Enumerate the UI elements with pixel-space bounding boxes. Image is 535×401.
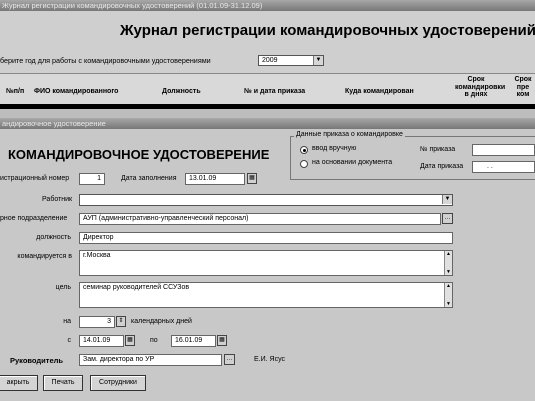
worker-label: Работник <box>42 196 73 203</box>
reg-number-input[interactable]: 1 <box>79 173 105 185</box>
position-input[interactable]: Директор <box>79 232 453 244</box>
order-group-legend: Данные приказа о командировке <box>294 131 405 138</box>
fill-date-input[interactable]: 13.01.09 <box>185 173 245 185</box>
reg-number-label: истрационный номер <box>0 175 70 182</box>
browse-head-button[interactable]: … <box>224 354 235 365</box>
purpose-label: цель <box>55 284 71 291</box>
duration-input[interactable]: 3 <box>79 316 115 328</box>
to-label: по <box>150 337 158 344</box>
column-header[interactable]: №п/п <box>6 88 24 95</box>
radio-manual[interactable] <box>300 146 308 154</box>
head-label: Руководитель <box>10 356 63 365</box>
duration-label: на <box>63 318 71 325</box>
destination-label: командируется в <box>17 253 72 260</box>
chevron-down-icon[interactable]: ▼ <box>313 56 323 65</box>
print-button[interactable]: Печать <box>43 375 83 391</box>
calendar-icon[interactable]: ▦ <box>247 173 257 184</box>
unit-label: рное подразделение <box>0 215 68 222</box>
order-number-label: № приказа <box>420 146 456 153</box>
column-header[interactable]: ФИО командированного <box>34 88 118 95</box>
worker-select[interactable]: ▼ <box>79 194 453 206</box>
scrollbar[interactable]: ▲ ▼ <box>444 251 452 275</box>
head-input[interactable]: Зам. директора по УР <box>79 354 222 366</box>
order-date-label: Дата приказа <box>420 163 464 170</box>
column-header[interactable]: № и дата приказа <box>244 88 305 95</box>
position-label: должность <box>36 234 71 241</box>
duration-unit: календарных дней <box>131 318 192 325</box>
radio-document[interactable] <box>300 160 308 168</box>
order-date-input[interactable]: . . <box>472 161 535 173</box>
fill-date-label: Дата заполнения <box>121 175 177 182</box>
year-value: 2009 <box>262 57 278 64</box>
year-label: берите год для работы с командировочными… <box>0 56 211 65</box>
column-header[interactable]: Срок командировки в днях <box>455 76 505 99</box>
column-header[interactable]: Должность <box>162 88 201 95</box>
from-label: с <box>67 337 72 344</box>
order-group <box>290 136 535 180</box>
from-date-input[interactable]: 14.01.09 <box>79 335 124 347</box>
radio-manual-label: ввод вручную <box>312 145 357 152</box>
order-number-input[interactable] <box>472 144 535 156</box>
stepper-icon[interactable]: ⇕ <box>116 316 126 327</box>
unit-input[interactable]: АУП (административно-управленческий перс… <box>79 213 441 225</box>
journal-title: Журнал регистрации командировочных удост… <box>120 22 535 39</box>
employees-button[interactable]: Сотрудники <box>90 375 146 391</box>
browse-unit-button[interactable]: … <box>442 213 453 224</box>
journal-table-header: №п/п ФИО командированного Должность № и … <box>0 73 535 105</box>
table-row[interactable] <box>0 109 535 118</box>
destination-textarea[interactable]: г.Москва ▲ ▼ <box>79 250 453 276</box>
column-header[interactable]: Срок пре ком <box>510 76 535 99</box>
radio-document-label: на основании документа <box>312 159 393 166</box>
chevron-down-icon[interactable]: ▼ <box>442 195 452 204</box>
dialog-title: андировочное удостоверение <box>0 118 535 129</box>
year-select[interactable]: 2009 ▼ <box>258 55 324 66</box>
calendar-icon[interactable]: ▦ <box>217 335 227 346</box>
scrollbar[interactable]: ▲ ▼ <box>444 283 452 307</box>
close-button[interactable]: акрыть <box>0 375 38 391</box>
calendar-icon[interactable]: ▦ <box>125 335 135 346</box>
to-date-input[interactable]: 16.01.09 <box>171 335 216 347</box>
dialog-heading: КОМАНДИРОВОЧНОЕ УДОСТОВЕРЕНИЕ <box>8 147 270 162</box>
head-name: Е.И. Ясус <box>254 356 286 363</box>
travel-certificate-dialog: андировочное удостоверение КОМАНДИРОВОЧН… <box>0 118 535 401</box>
column-header[interactable]: Куда командирован <box>345 88 414 95</box>
journal-window-title: Журнал регистрации командировочных удост… <box>0 0 535 11</box>
purpose-textarea[interactable]: семинар руководителей ССУЗов ▲ ▼ <box>79 282 453 308</box>
